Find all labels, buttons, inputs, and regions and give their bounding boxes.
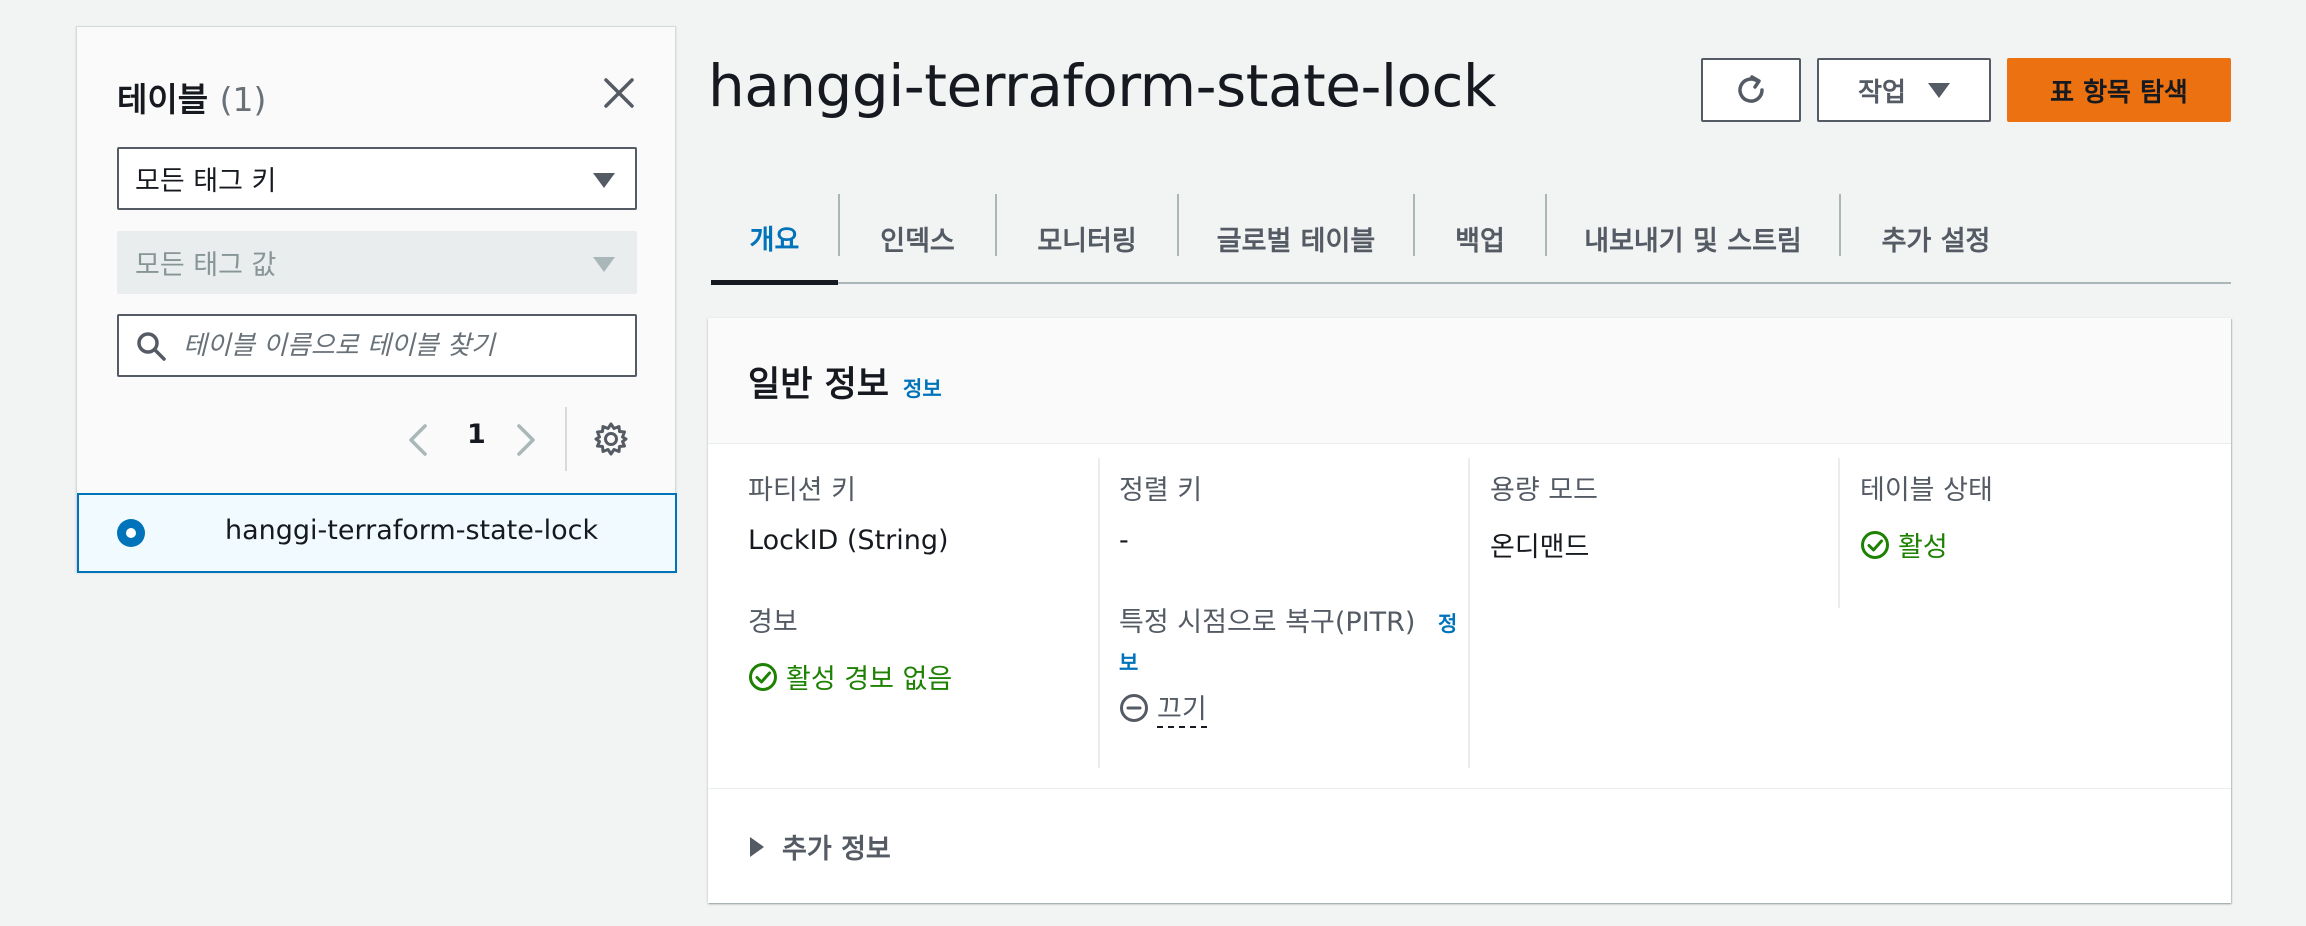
chevron-right-icon[interactable] xyxy=(513,423,539,457)
panel-title-text: 일반 정보 xyxy=(748,365,889,405)
page-title: hanggi-terraform-state-lock xyxy=(708,52,1496,120)
caret-down-icon xyxy=(593,257,615,272)
tag-key-select[interactable]: 모든 태그 키 xyxy=(117,147,637,210)
tab-indexes[interactable]: 인덱스 xyxy=(840,194,995,282)
table-status-label: 테이블 상태 xyxy=(1860,475,1993,506)
gear-icon[interactable] xyxy=(593,421,629,457)
chevron-left-icon[interactable] xyxy=(405,423,431,457)
tab-label: 인덱스 xyxy=(880,225,955,257)
tab-label: 글로벌 테이블 xyxy=(1216,225,1376,257)
partition-key-value: LockID (String) xyxy=(748,525,949,556)
panel-header: 일반 정보 정보 xyxy=(708,318,2231,444)
sidebar-header: 테이블 (1) xyxy=(117,67,637,119)
tab-label: 모니터링 xyxy=(1037,225,1137,257)
refresh-icon xyxy=(1738,75,1764,103)
explore-items-label: 표 항목 탐색 xyxy=(2050,77,2188,108)
refresh-button[interactable] xyxy=(1701,58,1801,122)
caret-right-icon xyxy=(750,836,764,857)
pagination: 1 xyxy=(77,407,677,471)
divider xyxy=(565,407,567,471)
caret-down-icon xyxy=(593,173,615,188)
check-circle-icon xyxy=(749,662,777,691)
tab-label: 내보내기 및 스트림 xyxy=(1584,225,1802,257)
alarms-label: 경보 xyxy=(748,607,798,638)
pitr-label: 특정 시점으로 복구(PITR) 정 xyxy=(1119,600,1469,639)
sidebar-title: 테이블 (1) xyxy=(117,73,266,121)
table-search-input[interactable] xyxy=(183,330,623,361)
sidebar-title-text: 테이블 xyxy=(117,80,209,119)
tag-value-select: 모든 태그 값 xyxy=(117,231,637,294)
radio-selected-icon[interactable] xyxy=(117,519,145,547)
table-count: (1) xyxy=(219,80,267,119)
search-icon xyxy=(137,332,166,361)
general-info-panel: 일반 정보 정보 파티션 키 LockID (String) 경보 활성 경보 없… xyxy=(708,318,2231,903)
divider xyxy=(1468,458,1470,768)
table-status-field: 테이블 상태 활성 xyxy=(1860,468,2230,564)
info-link[interactable]: 정보 xyxy=(903,377,942,401)
divider xyxy=(1098,458,1100,768)
tab-bar: 개요 인덱스 모니터링 글로벌 테이블 백업 내보내기 및 스트림 추가 설정 xyxy=(711,194,2231,285)
tables-sidebar: 테이블 (1) 모든 태그 키 모든 태그 값 1 xyxy=(76,26,677,573)
pitr-field: 특정 시점으로 복구(PITR) 정 보 끄기 xyxy=(1119,600,1469,728)
table-search[interactable] xyxy=(117,314,637,377)
tab-label: 추가 설정 xyxy=(1881,225,1991,257)
tag-value-select-value: 모든 태그 값 xyxy=(135,250,277,281)
actions-label: 작업 xyxy=(1858,77,1906,108)
table-status-value-text: 활성 xyxy=(1898,532,1948,563)
stopped-icon xyxy=(1120,693,1148,722)
explore-items-button[interactable]: 표 항목 탐색 xyxy=(2007,58,2231,122)
alarms-value: 활성 경보 없음 xyxy=(748,657,1118,696)
pitr-info-link-cont[interactable]: 보 xyxy=(1119,651,1138,675)
capacity-mode-value: 온디맨드 xyxy=(1490,532,1590,563)
additional-info-section: 추가 정보 xyxy=(708,788,2231,903)
additional-info-label: 추가 정보 xyxy=(782,834,891,865)
sort-key-value: - xyxy=(1119,525,1129,556)
pitr-info-link-wrap: 보 xyxy=(1119,647,1469,677)
pitr-value-text[interactable]: 끄기 xyxy=(1157,687,1207,728)
pitr-info-link[interactable]: 정 xyxy=(1438,612,1457,636)
tab-label: 백업 xyxy=(1455,225,1505,257)
tag-key-select-value: 모든 태그 키 xyxy=(135,166,277,197)
table-name: hanggi-terraform-state-lock xyxy=(225,515,599,546)
table-status-value: 활성 xyxy=(1860,525,2230,564)
sort-key-label: 정렬 키 xyxy=(1119,475,1203,506)
tab-backups[interactable]: 백업 xyxy=(1415,194,1545,282)
tab-label: 개요 xyxy=(749,224,800,256)
pitr-label-text: 특정 시점으로 복구(PITR) xyxy=(1119,607,1416,638)
capacity-mode-label: 용량 모드 xyxy=(1490,475,1598,506)
tab-overview[interactable]: 개요 xyxy=(711,194,838,285)
alarms-field: 경보 활성 경보 없음 xyxy=(748,600,1118,696)
sort-key-field: 정렬 키 - xyxy=(1119,468,1489,556)
actions-dropdown-button[interactable]: 작업 xyxy=(1817,58,1991,122)
page-number[interactable]: 1 xyxy=(467,419,486,450)
partition-key-field: 파티션 키 LockID (String) xyxy=(748,468,1118,556)
tab-global-tables[interactable]: 글로벌 테이블 xyxy=(1179,194,1413,282)
partition-key-label: 파티션 키 xyxy=(748,475,856,506)
close-icon[interactable] xyxy=(601,75,637,111)
panel-title: 일반 정보 정보 xyxy=(748,356,942,407)
divider xyxy=(1838,458,1840,608)
tab-exports-streams[interactable]: 내보내기 및 스트림 xyxy=(1547,194,1839,282)
table-list-item[interactable]: hanggi-terraform-state-lock xyxy=(77,493,677,573)
additional-info-toggle[interactable]: 추가 정보 xyxy=(750,827,891,866)
check-circle-icon xyxy=(1861,530,1889,559)
alarms-value-text: 활성 경보 없음 xyxy=(786,664,953,695)
capacity-mode-field: 용량 모드 온디맨드 xyxy=(1490,468,1860,564)
caret-down-icon xyxy=(1927,82,1950,98)
pitr-value: 끄기 xyxy=(1119,687,1469,728)
tab-additional-settings[interactable]: 추가 설정 xyxy=(1841,194,2031,282)
tab-monitoring[interactable]: 모니터링 xyxy=(997,194,1177,282)
